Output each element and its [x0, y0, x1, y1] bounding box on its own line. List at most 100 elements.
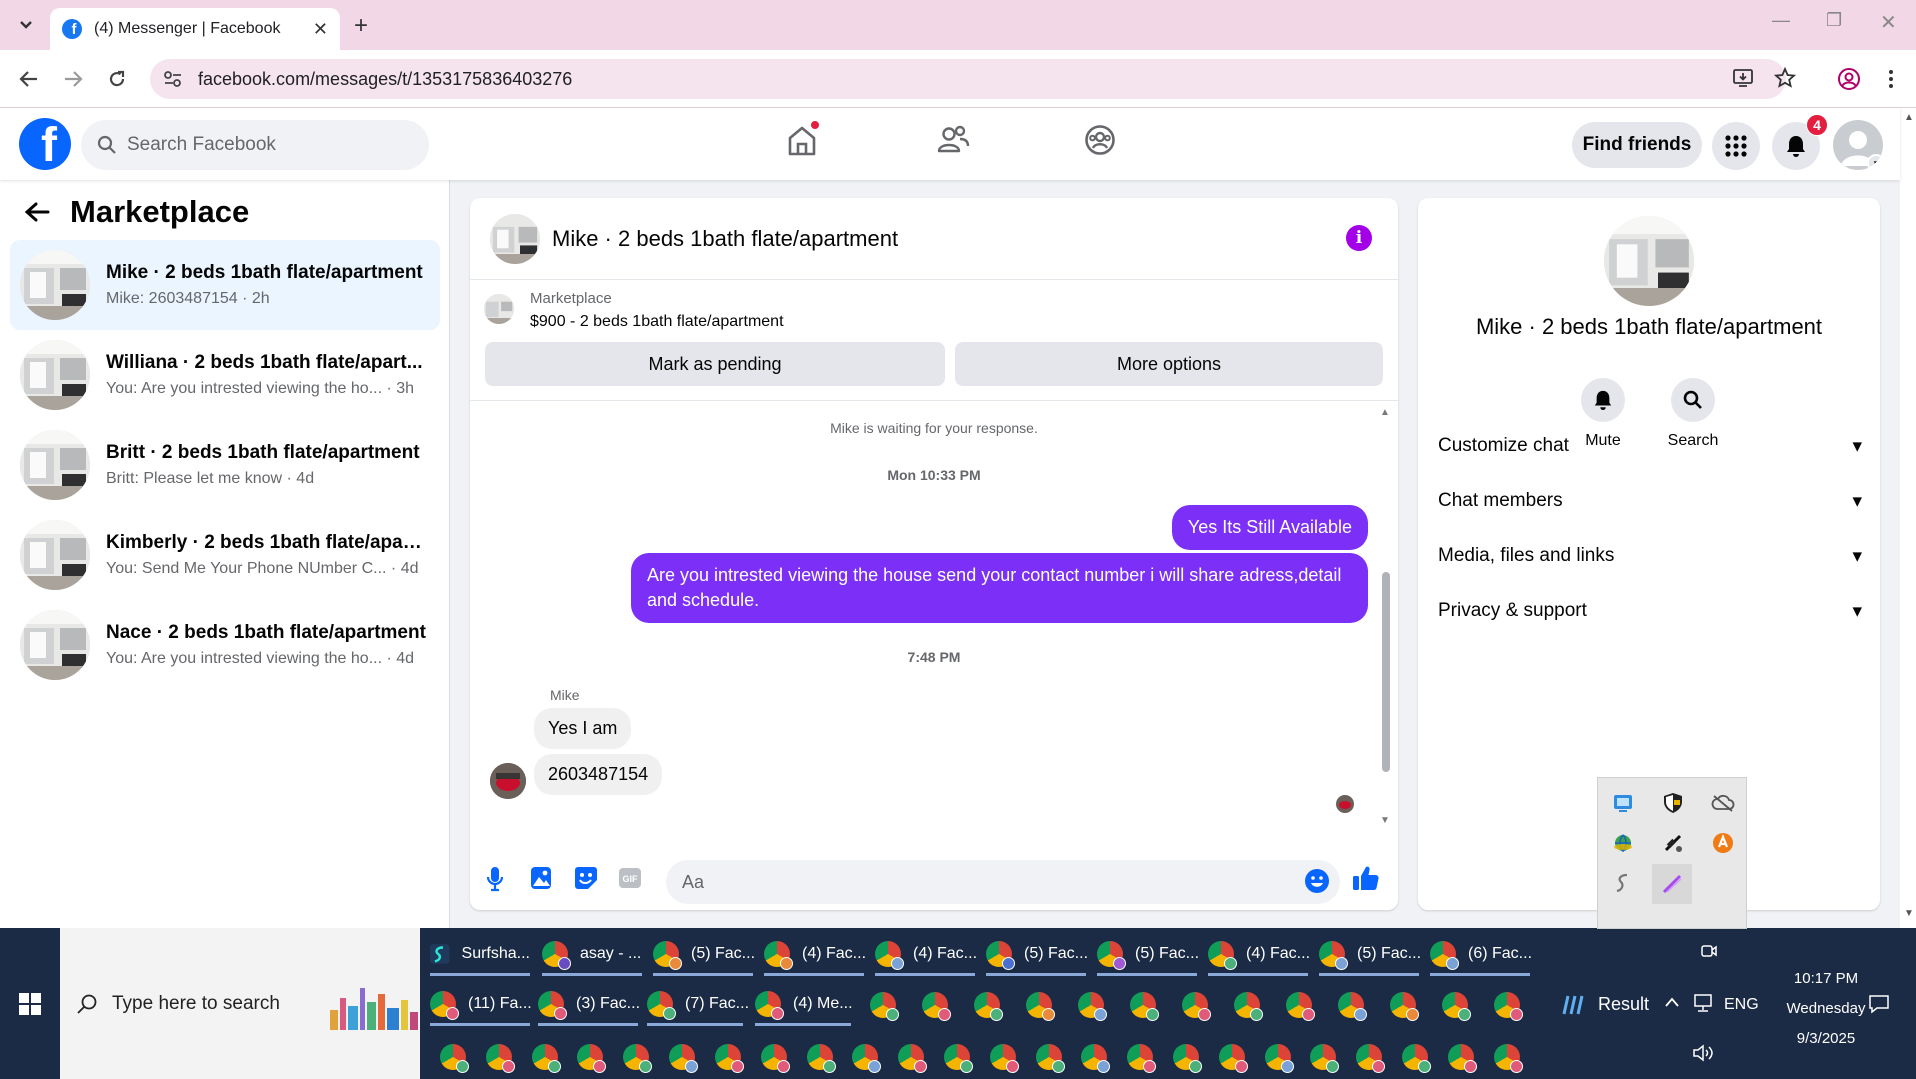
sender-avatar[interactable]: [490, 763, 526, 799]
facebook-logo[interactable]: f: [19, 118, 71, 170]
chrome-icon[interactable]: [1356, 1044, 1386, 1073]
bookmark-star-icon[interactable]: [1774, 67, 1796, 89]
chrome-icon[interactable]: [1264, 1044, 1294, 1073]
conversation-item[interactable]: Nace · 2 beds 1bath flate/apartment You:…: [10, 600, 440, 690]
address-bar[interactable]: facebook.com/messages/t/1353175836403276: [150, 59, 1796, 99]
chat-members-section[interactable]: Chat members ▾: [1438, 481, 1862, 521]
taskbar-app-chrome[interactable]: (6) Fac...: [1430, 932, 1532, 976]
home-nav[interactable]: [786, 120, 820, 158]
outgoing-message[interactable]: Yes Its Still Available: [1171, 505, 1368, 550]
search-input[interactable]: [127, 134, 407, 156]
taskbar-app-surfshark[interactable]: Surfsha...: [430, 932, 530, 976]
emoji-icon[interactable]: [1304, 868, 1330, 894]
notification-center-icon[interactable]: [1868, 994, 1890, 1014]
scrollbar-thumb[interactable]: [1382, 572, 1390, 772]
mark-as-pending-button[interactable]: Mark as pending: [485, 342, 945, 386]
satellite-icon[interactable]: [1660, 830, 1686, 856]
chrome-icon[interactable]: [1081, 1044, 1111, 1073]
chrome-icon[interactable]: [1078, 992, 1107, 1021]
chrome-icon[interactable]: [1173, 1044, 1202, 1073]
menu-button[interactable]: [1712, 122, 1760, 170]
chrome-icon[interactable]: [1182, 992, 1211, 1021]
incoming-message[interactable]: Yes I am: [534, 708, 632, 749]
chrome-icon[interactable]: [943, 1044, 973, 1073]
taskbar-app-chrome[interactable]: (4) Fac...: [1208, 932, 1310, 976]
media-files-links-section[interactable]: Media, files and links ▾: [1438, 536, 1862, 576]
privacy-support-section[interactable]: Privacy & support ▾: [1438, 591, 1862, 631]
chrome-icon[interactable]: [669, 1044, 699, 1073]
scroll-up-icon[interactable]: ▲: [1380, 407, 1390, 418]
start-button[interactable]: [0, 928, 60, 1079]
outgoing-message[interactable]: Are you intrested viewing the house send…: [631, 553, 1368, 623]
chrome-icon[interactable]: [1447, 1044, 1477, 1073]
weather-widget[interactable]: Result: [1560, 992, 1649, 1016]
monitor-app-icon[interactable]: [1610, 790, 1636, 816]
show-hidden-icons-chevron-icon[interactable]: [1664, 996, 1680, 1008]
info-icon[interactable]: i: [1346, 225, 1372, 251]
chrome-icon[interactable]: [974, 992, 1003, 1021]
close-tab-icon[interactable]: ✕: [313, 19, 328, 40]
page-scrollbar[interactable]: ▲ ▼: [1900, 108, 1916, 928]
conversation-item[interactable]: Britt · 2 beds 1bath flate/apartment Bri…: [10, 420, 440, 510]
conversation-item[interactable]: Williana · 2 beds 1bath flate/apart... Y…: [10, 330, 440, 420]
chrome-icon[interactable]: [577, 1044, 607, 1073]
chrome-icon[interactable]: [1494, 992, 1523, 1021]
chrome-icon[interactable]: [1390, 992, 1419, 1021]
conversation-item[interactable]: Mike · 2 beds 1bath flate/apartment Mike…: [10, 240, 440, 330]
taskbar-app-chrome[interactable]: (3) Fac...: [538, 982, 640, 1026]
customize-chat-section[interactable]: Customize chat ▾: [1438, 426, 1862, 466]
back-button[interactable]: [14, 64, 44, 94]
conversation-item[interactable]: Kimberly · 2 beds 1bath flate/apart... Y…: [10, 510, 440, 600]
gif-icon[interactable]: GIF: [618, 866, 642, 890]
incoming-message[interactable]: 2603487154: [534, 754, 663, 795]
chrome-icon[interactable]: [898, 1044, 928, 1073]
taskbar-app-chrome[interactable]: (4) Me...: [755, 982, 853, 1026]
network-icon[interactable]: [1692, 994, 1714, 1012]
browser-tab-active[interactable]: f (4) Messenger | Facebook ✕: [50, 8, 340, 50]
message-input[interactable]: [666, 860, 1340, 904]
profile-button[interactable]: [1834, 64, 1864, 94]
facebook-search[interactable]: [81, 120, 429, 170]
tab-search-button[interactable]: [12, 10, 40, 40]
chrome-icon[interactable]: [714, 1044, 744, 1073]
chrome-icon[interactable]: [1338, 992, 1367, 1021]
microphone-icon[interactable]: [486, 866, 504, 892]
new-tab-button[interactable]: +: [354, 12, 368, 40]
taskbar-app-chrome[interactable]: asay - ...: [542, 932, 642, 976]
chat-scrollbar[interactable]: ▲ ▼: [1380, 407, 1392, 827]
chrome-icon[interactable]: [1127, 1044, 1157, 1073]
chrome-icon[interactable]: [922, 992, 951, 1021]
reload-button[interactable]: [102, 64, 132, 94]
scroll-down-icon[interactable]: ▼: [1904, 908, 1914, 919]
taskbar-app-chrome[interactable]: (4) Fac...: [875, 932, 977, 976]
close-window-icon[interactable]: ✕: [1880, 10, 1897, 35]
chrome-icon[interactable]: [870, 992, 899, 1021]
forward-button[interactable]: [58, 64, 88, 94]
pen-app-icon[interactable]: [1652, 864, 1692, 904]
chrome-icon[interactable]: [1442, 992, 1471, 1021]
taskbar-app-chrome[interactable]: (11) Fa...: [430, 982, 532, 1026]
security-shield-icon[interactable]: [1660, 790, 1686, 816]
chrome-icon[interactable]: [806, 1044, 836, 1073]
taskbar-app-chrome[interactable]: (5) Fac...: [986, 932, 1088, 976]
avast-icon[interactable]: [1710, 830, 1736, 856]
account-avatar[interactable]: ▾: [1833, 120, 1883, 170]
volume-icon[interactable]: [1692, 1044, 1714, 1062]
chrome-icon[interactable]: [1234, 992, 1263, 1021]
cloud-offline-icon[interactable]: [1710, 790, 1736, 816]
find-friends-button[interactable]: Find friends: [1572, 122, 1702, 168]
chrome-icon[interactable]: [1130, 992, 1159, 1021]
chrome-icon[interactable]: [1402, 1044, 1432, 1073]
install-app-icon[interactable]: [1732, 67, 1754, 89]
chrome-icon[interactable]: [1218, 1044, 1248, 1073]
friends-nav[interactable]: [936, 124, 970, 156]
chrome-icon[interactable]: [1035, 1044, 1065, 1073]
network-globe-icon[interactable]: [1610, 830, 1636, 856]
chrome-icon[interactable]: [989, 1044, 1019, 1073]
photo-icon[interactable]: [530, 866, 552, 890]
sticker-icon[interactable]: [574, 866, 598, 890]
surfshark-tray-icon[interactable]: [1610, 870, 1636, 896]
marketplace-listing-info[interactable]: Marketplace $900 - 2 beds 1bath flate/ap…: [484, 290, 784, 331]
back-arrow-icon[interactable]: [24, 201, 50, 223]
taskbar-app-chrome[interactable]: (4) Fac...: [764, 932, 866, 976]
